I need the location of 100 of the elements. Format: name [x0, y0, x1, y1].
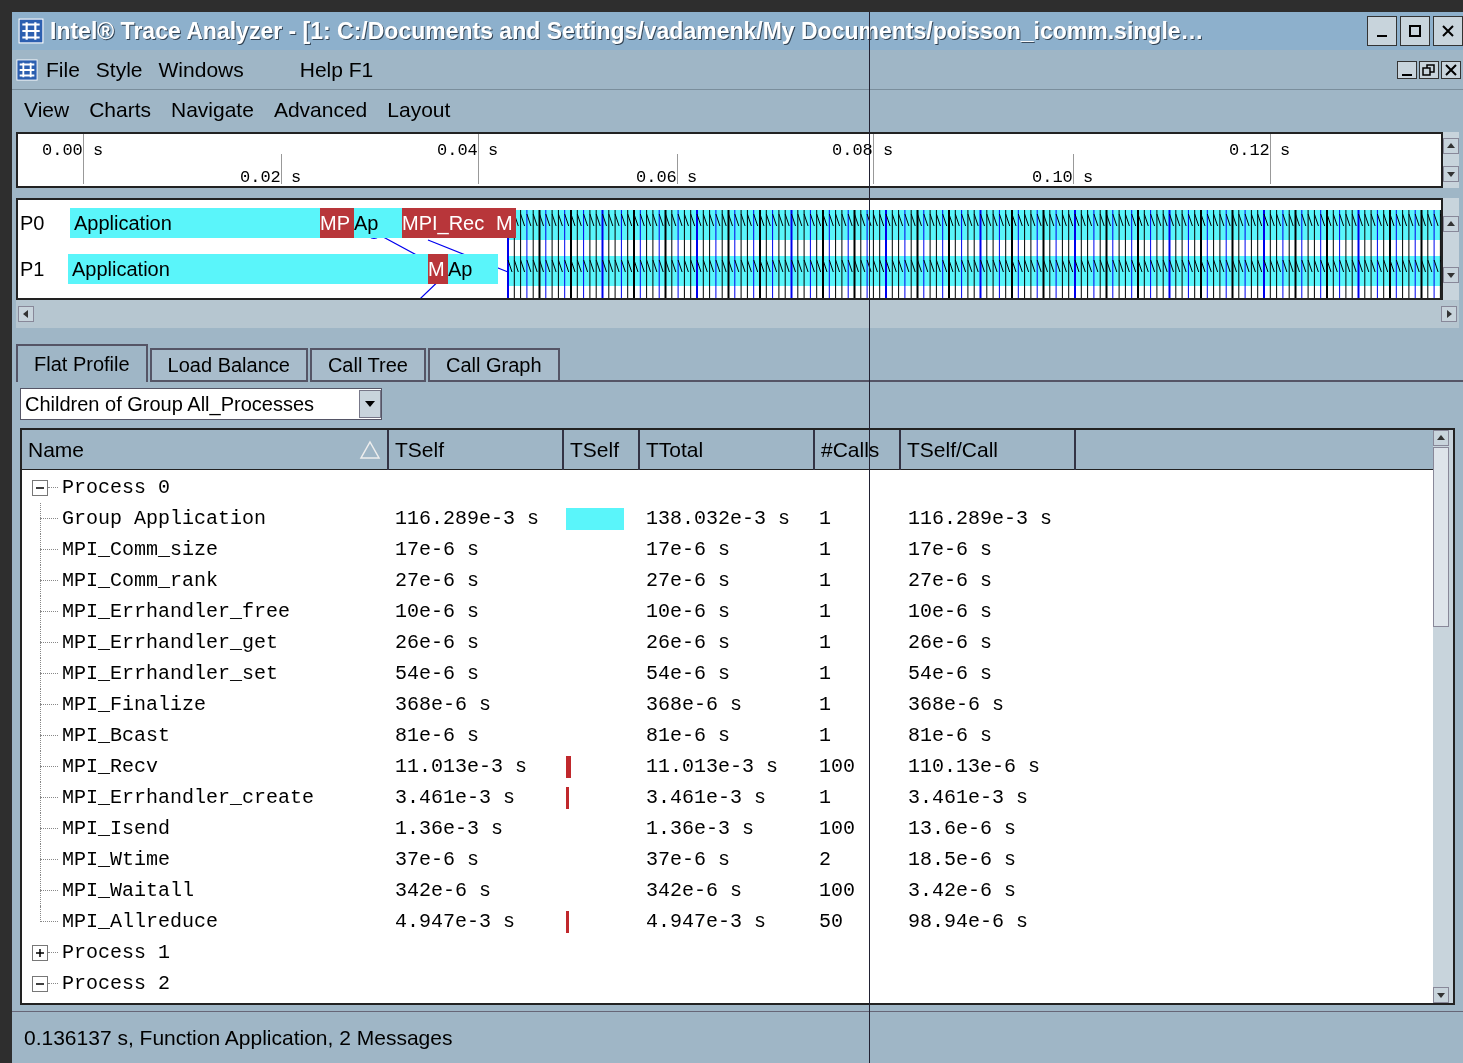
tree-item-label[interactable]: MPI_Finalize [62, 689, 207, 720]
table-cell-text: 100 [819, 815, 856, 842]
menu-item[interactable]: Advanced [263, 94, 378, 126]
time-label: 0.06 s [636, 167, 698, 189]
scroll-down-button[interactable] [1443, 166, 1459, 182]
table-cell-text: 2 [819, 846, 832, 873]
plus-icon [35, 947, 45, 958]
collapse-toggle[interactable] [32, 975, 48, 992]
scroll-up-button[interactable] [1433, 430, 1449, 446]
scroll-left-button[interactable] [18, 306, 34, 322]
group-dropdown[interactable]: Children of Group All_Processes [20, 388, 382, 420]
mpi-event[interactable]: MP [320, 208, 354, 238]
restore-button[interactable] [1419, 60, 1439, 79]
app-icon [16, 58, 38, 81]
application-event[interactable]: Ap [354, 208, 402, 238]
time-label: 0.02 s [240, 167, 302, 189]
tab[interactable]: Flat Profile [16, 344, 148, 382]
table-cell-text: 11.013e-3 s [395, 753, 529, 780]
mpi-event[interactable]: M [428, 254, 448, 284]
close-button[interactable] [1441, 60, 1461, 79]
minimize-button[interactable] [1397, 60, 1417, 79]
table-cell-text: 342e-6 s [395, 877, 492, 904]
time-label: 0.04 s [437, 140, 499, 162]
menu-item[interactable]: Help F1 [291, 53, 382, 86]
table-cell-text: 1.36e-3 s [395, 815, 505, 842]
tree-item-label[interactable]: Process 1 [58, 937, 171, 968]
scroll-down-button[interactable] [1443, 266, 1459, 283]
table-cell-text: 3.461e-3 s [908, 784, 1029, 811]
tree-item-label[interactable]: MPI_Errhandler_free [62, 596, 291, 627]
tab[interactable]: Call Tree [309, 348, 426, 382]
table-cell-text: 27e-6 s [908, 567, 992, 594]
table-cell-text: 17e-6 s [646, 536, 731, 563]
menu-item[interactable]: Windows [150, 53, 252, 86]
tree-item-label[interactable]: MPI_Errhandler_get [62, 627, 279, 658]
table-cell-text: 100 [819, 753, 856, 780]
table-cell-text: 54e-6 s [646, 660, 731, 687]
table-cell-text: 50 [819, 908, 844, 935]
table-cell-text: 98.94e-6 s [908, 908, 1029, 935]
mpi-event[interactable]: M [496, 208, 516, 238]
menu-item[interactable]: Navigate [161, 94, 264, 126]
tree-item-label[interactable]: MPI_Errhandler_set [62, 658, 279, 689]
mpi-event[interactable]: MPI_Rec [402, 208, 496, 238]
table-cell-text: 26e-6 s [908, 629, 992, 656]
tree-item-label[interactable]: Process 2 [58, 968, 171, 999]
table-cell-text: 4.947e-3 s [646, 908, 768, 935]
tab[interactable]: Load Balance [149, 348, 308, 382]
menu-item[interactable]: Style [87, 53, 151, 86]
table-cell-text: 10e-6 s [395, 598, 480, 625]
collapse-toggle[interactable] [32, 479, 48, 496]
column-header[interactable]: TSelf [564, 430, 640, 470]
maximize-button[interactable] [1400, 16, 1430, 46]
menu-item[interactable]: File [38, 53, 88, 86]
scroll-up-button[interactable] [1443, 215, 1459, 232]
table-cell-text: 4.947e-3 s [395, 908, 517, 935]
tree-item-label[interactable]: MPI_Recv [62, 751, 158, 782]
table-cell-text: 17e-6 s [908, 536, 992, 563]
table-cell-text: 27e-6 s [395, 567, 480, 594]
tab[interactable]: Call Graph [427, 348, 560, 382]
table-cell-text: 368e-6 s [395, 691, 492, 718]
table-cell-text: 1 [819, 567, 832, 594]
menu-item[interactable]: Charts [79, 94, 161, 126]
column-header[interactable]: TTotal [640, 430, 815, 470]
horizontal-scrollbar[interactable] [16, 300, 1459, 328]
scroll-right-button[interactable] [1441, 306, 1457, 322]
table-cell-text: 3.42e-6 s [908, 877, 1017, 904]
tree-item-label[interactable]: MPI_Isend [62, 813, 171, 844]
application-event[interactable]: Application [68, 254, 428, 284]
time-label: 0.10 s [1032, 167, 1094, 189]
close-button[interactable] [1433, 16, 1463, 46]
table-cell-text: 116.289e-3 s [908, 505, 1053, 532]
tree-item-label[interactable]: MPI_Wtime [62, 844, 171, 875]
table-cell-text: 54e-6 s [908, 660, 992, 687]
scroll-up-button[interactable] [1443, 138, 1459, 154]
dropdown-arrow-icon [364, 399, 376, 409]
tree-item-label[interactable]: MPI_Allreduce [62, 906, 219, 937]
column-header[interactable]: TSelf [389, 430, 564, 470]
tree-item-label[interactable]: MPI_Waitall [62, 875, 195, 906]
table-cell-text: 81e-6 s [908, 722, 992, 749]
scroll-down-button[interactable] [1433, 987, 1449, 1003]
maximize-icon [1408, 24, 1422, 38]
tree-item-label[interactable]: Process 0 [58, 472, 171, 503]
table-cell-text: 1 [819, 722, 832, 749]
application-event[interactable]: Ap [448, 254, 498, 284]
tree-item-label[interactable]: Group Application [62, 503, 267, 534]
process-label: P1 [20, 257, 45, 282]
table-cell-text: 37e-6 s [395, 846, 480, 873]
menu-item[interactable]: Layout [377, 94, 461, 126]
column-header[interactable]: Name [22, 430, 389, 470]
tree-item-label[interactable]: MPI_Comm_rank [62, 565, 219, 596]
vertical-scrollbar[interactable] [1433, 430, 1453, 1003]
tree-item-label[interactable]: MPI_Comm_size [62, 534, 219, 565]
application-event[interactable]: Application [70, 208, 320, 238]
tree-item-label[interactable]: MPI_Bcast [62, 720, 171, 751]
expand-toggle[interactable] [32, 944, 48, 961]
tree-item-label[interactable]: MPI_Errhandler_create [62, 782, 315, 813]
table-cell-text: 10e-6 s [646, 598, 731, 625]
minimize-icon [1377, 35, 1387, 37]
menu-item[interactable]: View [14, 94, 80, 126]
minimize-button[interactable] [1367, 16, 1397, 46]
column-header[interactable]: TSelf/Call [901, 430, 1076, 470]
